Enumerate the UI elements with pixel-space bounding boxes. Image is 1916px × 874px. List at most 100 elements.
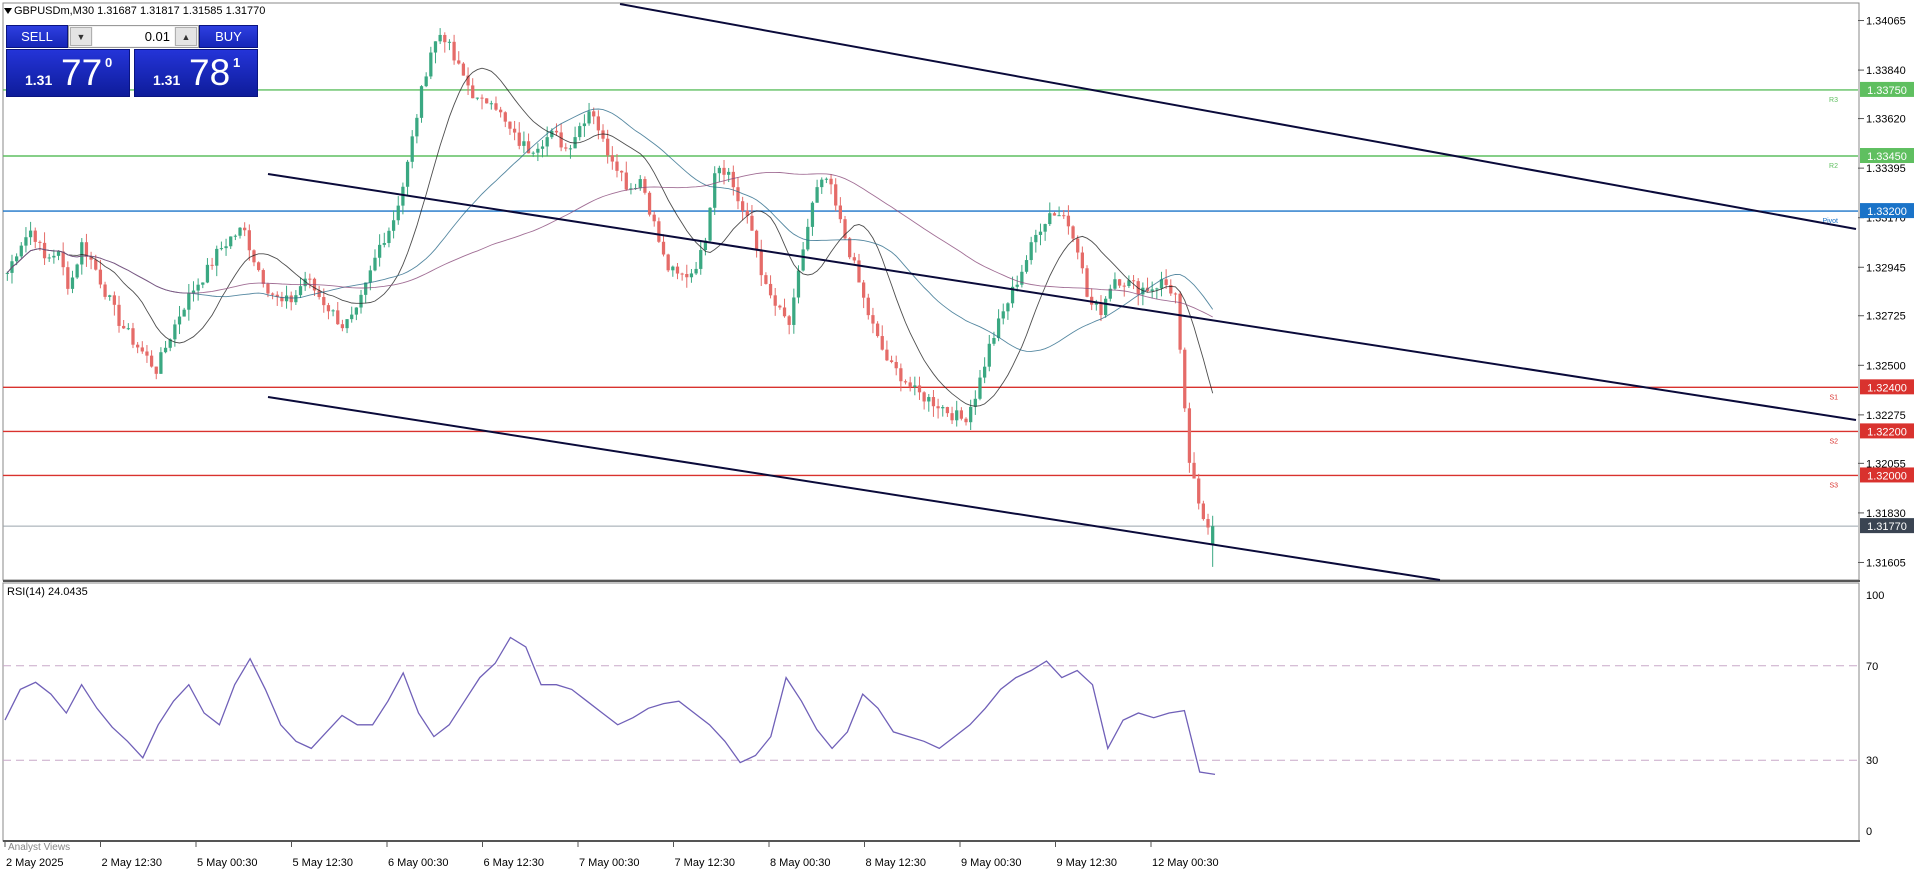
candle-body bbox=[1029, 242, 1033, 261]
candle-body bbox=[182, 309, 186, 317]
time-tick-label: 7 May 00:30 bbox=[579, 857, 640, 869]
candle-body bbox=[875, 323, 880, 337]
candle-body bbox=[834, 184, 838, 206]
candle-body bbox=[787, 316, 791, 325]
candle-body bbox=[364, 282, 368, 295]
candle-body bbox=[480, 97, 484, 99]
candle-body bbox=[694, 268, 698, 274]
trendline[interactable] bbox=[267, 396, 1441, 581]
candle-body bbox=[1187, 408, 1192, 463]
candle-body bbox=[592, 111, 596, 117]
candle-body bbox=[689, 273, 694, 278]
level-price-label: 1.32400 bbox=[1867, 382, 1907, 394]
time-tick-label: 9 May 12:30 bbox=[1057, 857, 1118, 869]
lot-size-input[interactable] bbox=[93, 27, 174, 46]
symbol-dropdown-icon[interactable] bbox=[4, 8, 12, 14]
candle-body bbox=[727, 171, 731, 175]
sell-price-pips: 77 bbox=[61, 52, 103, 93]
candle-body bbox=[499, 109, 503, 113]
candle-body bbox=[1155, 288, 1159, 290]
price-tick-label: 1.33840 bbox=[1866, 65, 1906, 77]
candle-body bbox=[70, 277, 75, 289]
rsi-tick-label: 70 bbox=[1866, 661, 1878, 673]
buy-button[interactable]: BUY bbox=[199, 25, 258, 48]
candle-body bbox=[28, 230, 33, 238]
candle-body bbox=[1150, 289, 1154, 292]
candle-body bbox=[522, 141, 526, 146]
candle-body bbox=[298, 286, 303, 296]
candle-body bbox=[196, 284, 200, 291]
candle-body bbox=[1085, 268, 1089, 297]
candle-body bbox=[838, 205, 842, 220]
current-price-label: 1.31770 bbox=[1867, 521, 1907, 533]
lot-decrease-button[interactable]: ▼ bbox=[70, 27, 92, 46]
candle-body bbox=[652, 214, 656, 222]
candle-body bbox=[531, 152, 535, 154]
buy-price-button[interactable]: 1.31 78 1 bbox=[134, 49, 258, 97]
candle-body bbox=[903, 381, 908, 383]
candle-body bbox=[708, 207, 712, 241]
level-tag: R3 bbox=[1829, 97, 1838, 104]
candle-body bbox=[410, 136, 414, 162]
candle-body bbox=[857, 260, 861, 283]
candle-body bbox=[536, 148, 540, 153]
candle-body bbox=[810, 202, 815, 227]
rsi-tick-label: 0 bbox=[1866, 826, 1872, 838]
candle-body bbox=[475, 97, 479, 99]
candle-body bbox=[862, 282, 866, 298]
candle-body bbox=[647, 192, 652, 215]
candle-body bbox=[322, 297, 326, 306]
candle-body bbox=[205, 264, 210, 283]
candle-body bbox=[638, 179, 642, 189]
candle-body bbox=[387, 230, 391, 244]
price-tick-label: 1.32725 bbox=[1866, 311, 1906, 323]
time-tick-label: 6 May 00:30 bbox=[388, 857, 449, 869]
candle-body bbox=[945, 407, 950, 414]
candle-body bbox=[112, 295, 116, 305]
price-tick-label: 1.32945 bbox=[1866, 262, 1906, 274]
candle-body bbox=[42, 242, 47, 259]
sell-button[interactable]: SELL bbox=[6, 25, 68, 48]
candle-body bbox=[773, 295, 777, 306]
candle-body bbox=[75, 264, 79, 278]
candle-body bbox=[415, 117, 419, 137]
candle-body bbox=[1117, 279, 1122, 286]
candle-body bbox=[15, 256, 19, 262]
candle-body bbox=[722, 167, 726, 175]
candle-body bbox=[1006, 303, 1010, 312]
candle-body bbox=[405, 161, 410, 187]
level-price-label: 1.32200 bbox=[1867, 426, 1907, 438]
price-tick-label: 1.33395 bbox=[1866, 163, 1906, 175]
candle-body bbox=[820, 179, 824, 188]
candle-body bbox=[1052, 213, 1057, 216]
candle-body bbox=[494, 103, 498, 110]
trendline[interactable] bbox=[619, 3, 1857, 230]
candle-body bbox=[1048, 213, 1052, 225]
candle-body bbox=[927, 397, 931, 402]
candle-body bbox=[447, 41, 452, 43]
time-tick-label: 7 May 12:30 bbox=[675, 857, 736, 869]
price-tick-label: 1.34065 bbox=[1866, 16, 1906, 28]
chart-area[interactable]: R3R2PivotS1S2S3 1.340651.338401.336201.3… bbox=[0, 0, 1916, 874]
candle-body bbox=[657, 221, 661, 242]
candle-body bbox=[471, 85, 475, 99]
candle-body bbox=[326, 305, 331, 312]
candle-body bbox=[969, 406, 973, 423]
candle-body bbox=[517, 132, 521, 146]
candle-body bbox=[913, 385, 917, 387]
candle-body bbox=[606, 138, 610, 156]
candle-body bbox=[778, 305, 782, 308]
candle-body bbox=[154, 366, 158, 374]
analyst-views-tab[interactable]: Analyst Views bbox=[8, 842, 70, 853]
candle-body bbox=[936, 406, 940, 409]
candle-body bbox=[140, 347, 144, 352]
level-price-label: 1.32000 bbox=[1867, 470, 1907, 482]
candle-body bbox=[452, 41, 456, 61]
buy-price-pips: 78 bbox=[189, 52, 231, 93]
lot-increase-button[interactable]: ▲ bbox=[175, 27, 197, 46]
candle-body bbox=[754, 230, 759, 251]
candle-body bbox=[503, 112, 507, 122]
sell-price-button[interactable]: 1.31 77 0 bbox=[6, 49, 130, 97]
candle-body bbox=[1211, 526, 1215, 545]
candle-body bbox=[601, 130, 605, 139]
